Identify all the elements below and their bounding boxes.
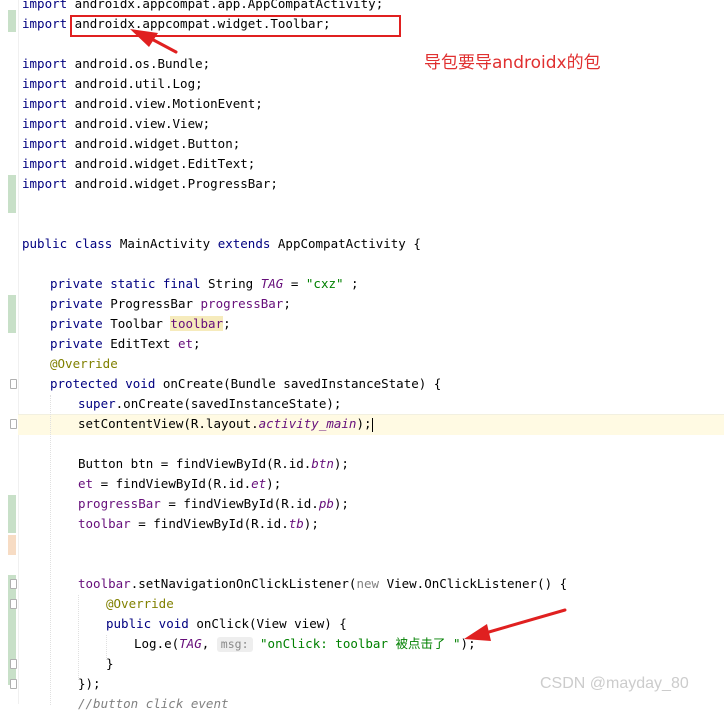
annotation-arrows xyxy=(130,29,567,641)
watermark: CSDN @mayday_80 xyxy=(540,675,689,692)
arrow-icon xyxy=(464,608,567,641)
arrow-icon xyxy=(130,29,178,54)
